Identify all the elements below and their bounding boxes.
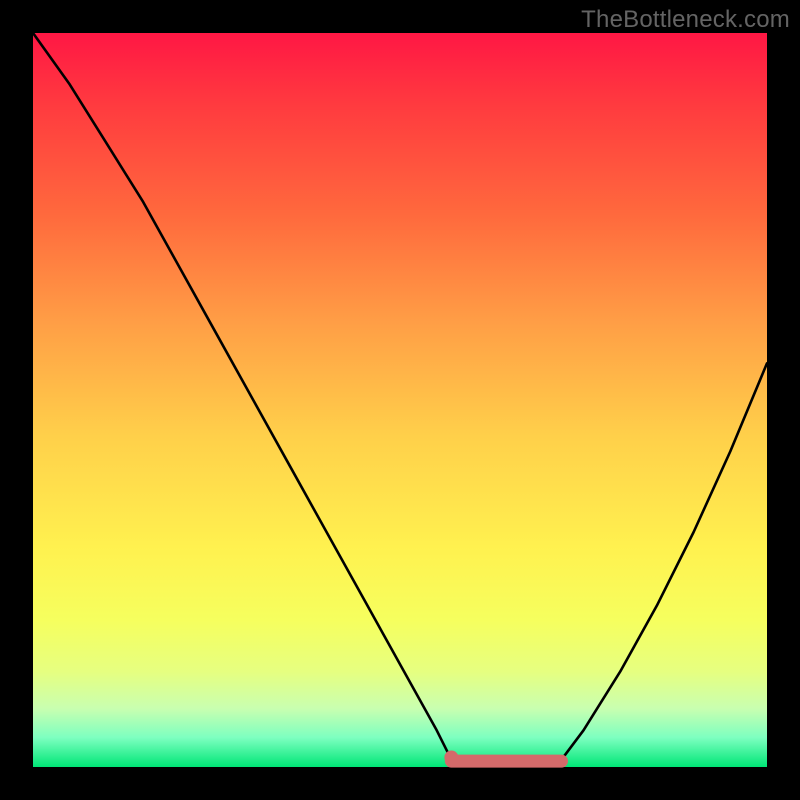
watermark-text: TheBottleneck.com: [581, 6, 790, 34]
chart-svg: [33, 33, 767, 767]
optimal-marker-dot: [444, 750, 458, 764]
bottleneck-curve: [33, 33, 767, 767]
plot-area: [33, 33, 767, 767]
chart-frame: TheBottleneck.com: [0, 0, 800, 800]
